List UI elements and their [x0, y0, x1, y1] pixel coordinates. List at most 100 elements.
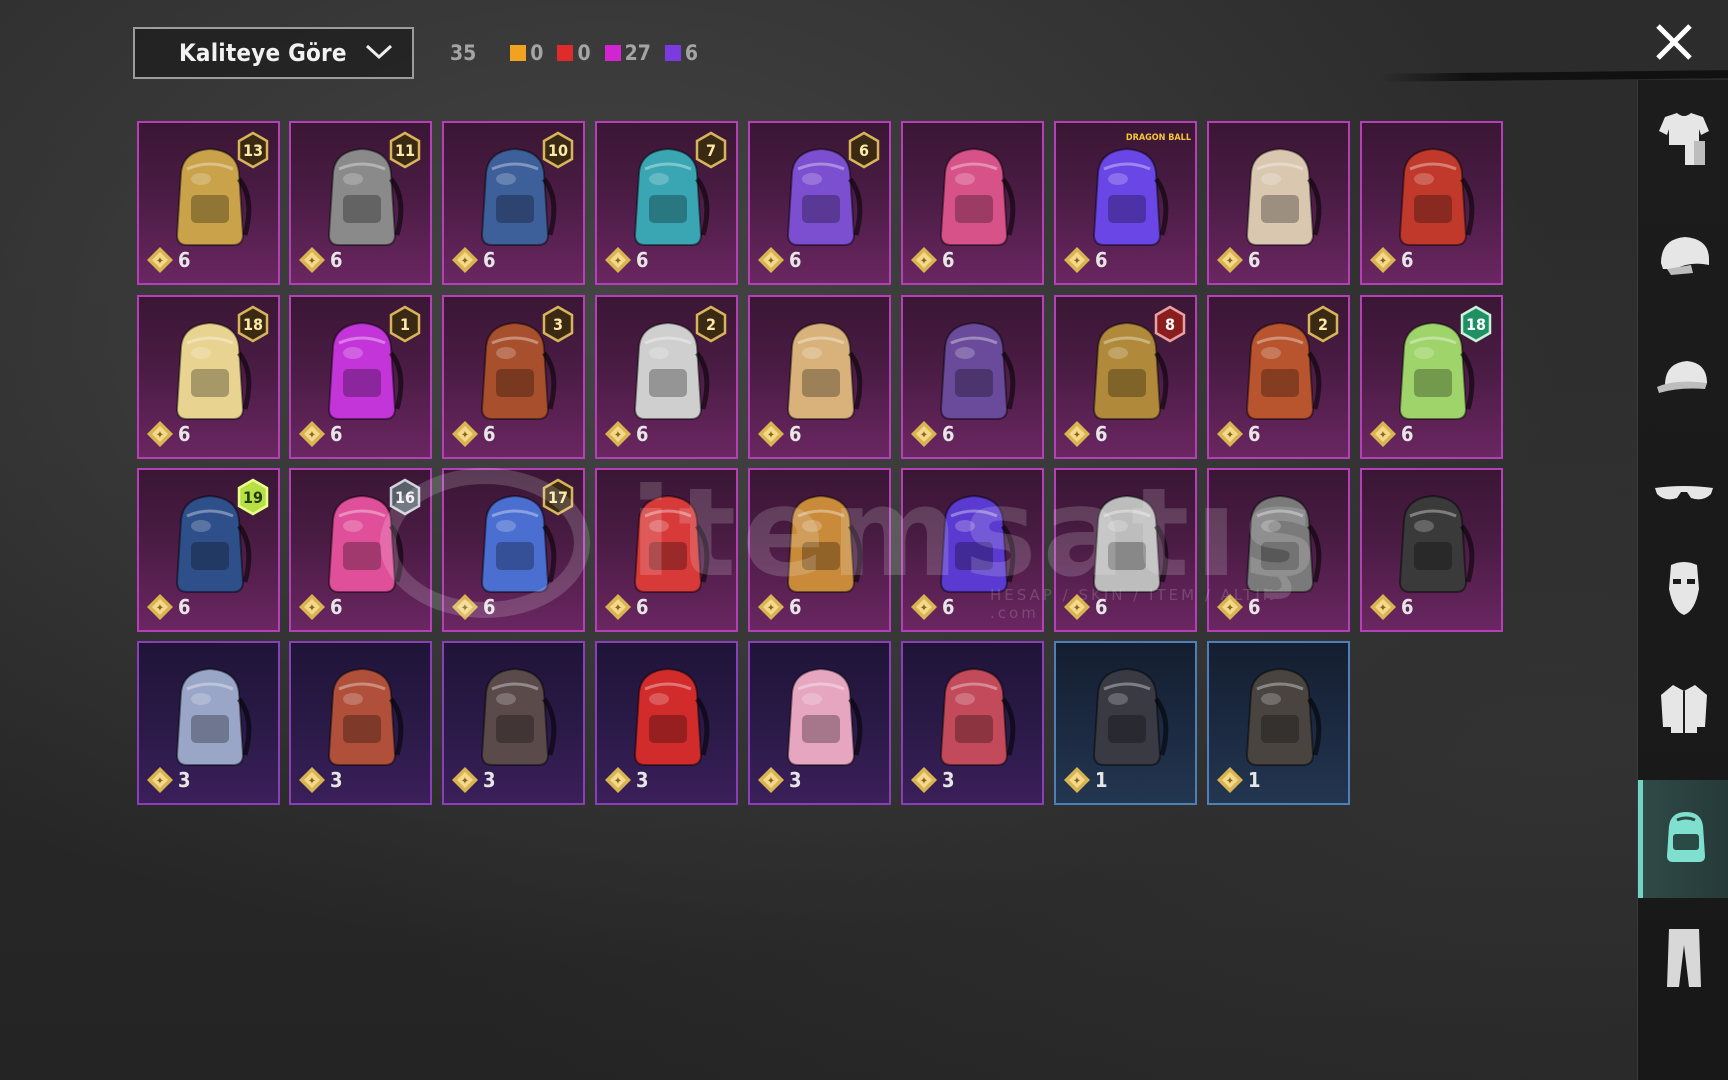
svg-text:✦: ✦: [1379, 603, 1387, 614]
sort-dropdown[interactable]: Kaliteye Göre: [133, 27, 414, 79]
item-tile[interactable]: ✦ 3: [595, 641, 738, 805]
item-tile[interactable]: ✦ 6: [901, 121, 1044, 285]
item-tile[interactable]: ✦ 1: [1054, 641, 1197, 805]
item-tile[interactable]: ✦ 6: [1207, 121, 1350, 285]
sidebar-item-jacket[interactable]: [1638, 660, 1728, 760]
item-tile[interactable]: 17 ✦ 6: [442, 468, 585, 632]
item-tile[interactable]: ✦ 6: [1360, 468, 1503, 632]
svg-text:✦: ✦: [1226, 256, 1234, 267]
item-value-number: 6: [1095, 595, 1108, 619]
item-tile[interactable]: ✦ 3: [289, 641, 432, 805]
close-icon: [1656, 24, 1692, 60]
svg-text:✦: ✦: [308, 430, 316, 441]
quality-count-orange: 0: [510, 41, 543, 65]
item-tile[interactable]: 16 ✦ 6: [289, 468, 432, 632]
coin-icon: ✦: [145, 245, 175, 275]
item-tile[interactable]: ✦ 6: [595, 468, 738, 632]
item-tile[interactable]: 10 ✦ 6: [442, 121, 585, 285]
coin-icon: ✦: [1215, 765, 1245, 795]
item-value: ✦ 6: [297, 592, 343, 622]
quality-count-value: 0: [530, 41, 544, 65]
item-tile[interactable]: 1 ✦ 6: [289, 295, 432, 459]
item-tile[interactable]: ✦ 3: [901, 641, 1044, 805]
svg-text:✦: ✦: [767, 603, 775, 614]
cap-icon: [1651, 345, 1717, 415]
level-badge: 7: [694, 131, 728, 169]
item-value-number: 6: [789, 248, 802, 272]
svg-text:✦: ✦: [920, 776, 928, 787]
sidebar-item-cap[interactable]: [1638, 330, 1728, 430]
level-badge: 19: [236, 478, 270, 516]
item-tile[interactable]: ✦ 6: [901, 468, 1044, 632]
sidebar-item-pants[interactable]: [1638, 910, 1728, 1010]
level-badge: 11: [388, 131, 422, 169]
item-tile[interactable]: DRAGON BALL ✦ 6: [1054, 121, 1197, 285]
close-button[interactable]: [1650, 18, 1698, 66]
item-tile[interactable]: ✦ 6: [1207, 468, 1350, 632]
item-tile[interactable]: 6 ✦ 6: [748, 121, 891, 285]
item-tile[interactable]: 7 ✦ 6: [595, 121, 738, 285]
item-value: ✦ 6: [1368, 592, 1414, 622]
sidebar-item-backpack[interactable]: [1638, 780, 1728, 898]
item-value: ✦ 6: [145, 245, 191, 275]
item-tile[interactable]: ✦ 6: [748, 468, 891, 632]
quality-count-red: 0: [557, 41, 591, 65]
backpack-image: [768, 313, 874, 431]
item-tile[interactable]: 8 ✦ 6: [1054, 295, 1197, 459]
quality-swatch: [557, 45, 574, 61]
coin-icon: ✦: [450, 419, 480, 449]
item-tile[interactable]: 18 ✦ 6: [137, 295, 280, 459]
level-badge-number: 16: [394, 487, 416, 507]
item-tile[interactable]: 11 ✦ 6: [289, 121, 432, 285]
item-tile[interactable]: 3 ✦ 6: [442, 295, 585, 459]
quality-swatch: [510, 45, 527, 61]
level-badge: 2: [694, 305, 728, 343]
sidebar-item-outfit[interactable]: [1638, 90, 1728, 190]
pants-icon: [1651, 925, 1717, 995]
item-tile[interactable]: ✦ 6: [901, 295, 1044, 459]
svg-text:✦: ✦: [156, 776, 164, 787]
svg-text:✦: ✦: [461, 603, 469, 614]
item-value-number: 6: [942, 422, 955, 446]
item-tile[interactable]: ✦ 6: [1360, 121, 1503, 285]
item-tile[interactable]: 2 ✦ 6: [595, 295, 738, 459]
item-tile[interactable]: 13 ✦ 6: [137, 121, 280, 285]
item-value: ✦ 6: [1215, 419, 1261, 449]
item-tile[interactable]: ✦ 1: [1207, 641, 1350, 805]
item-value-number: 6: [1095, 248, 1108, 272]
item-tile[interactable]: 18 ✦ 6: [1360, 295, 1503, 459]
svg-text:✦: ✦: [156, 430, 164, 441]
level-badge-number: 18: [242, 314, 264, 334]
svg-text:✦: ✦: [920, 256, 928, 267]
item-value-number: 6: [1401, 248, 1414, 272]
sidebar-item-helmet[interactable]: [1638, 210, 1728, 310]
item-value-number: 6: [1401, 422, 1414, 446]
backpack-image: [157, 659, 263, 777]
item-tile[interactable]: ✦ 3: [442, 641, 585, 805]
svg-text:✦: ✦: [461, 256, 469, 267]
item-value: ✦ 6: [297, 419, 343, 449]
sidebar-item-mask[interactable]: [1638, 540, 1728, 640]
item-tile[interactable]: ✦ 3: [748, 641, 891, 805]
coin-icon: ✦: [1215, 592, 1245, 622]
sidebar-item-sunglasses[interactable]: [1638, 447, 1728, 547]
item-value-number: 6: [330, 595, 343, 619]
item-tile[interactable]: 19 ✦ 6: [137, 468, 280, 632]
level-badge: 8: [1153, 305, 1187, 343]
backpack-image: [615, 659, 721, 777]
level-badge-number: 6: [858, 140, 869, 160]
sunglasses-icon: [1651, 462, 1717, 532]
item-tile[interactable]: ✦ 6: [1054, 468, 1197, 632]
item-grid: 13 ✦ 6 11 ✦ 6 10 ✦ 6 7 ✦ 6 6 ✦ 6 ✦ 6 DRAGON BALL ✦ 6 ✦ 6 ✦ 6 18 ✦…: [137, 121, 1507, 811]
item-tile[interactable]: 2 ✦ 6: [1207, 295, 1350, 459]
svg-text:✦: ✦: [1226, 603, 1234, 614]
backpack-image: [768, 486, 874, 604]
coin-icon: ✦: [603, 245, 633, 275]
item-tile[interactable]: ✦ 6: [748, 295, 891, 459]
level-badge-number: 19: [242, 487, 264, 507]
item-value: ✦ 6: [909, 245, 955, 275]
item-tile[interactable]: ✦ 3: [137, 641, 280, 805]
item-value: ✦ 6: [1215, 245, 1261, 275]
item-value: ✦ 6: [450, 245, 496, 275]
svg-text:✦: ✦: [920, 430, 928, 441]
